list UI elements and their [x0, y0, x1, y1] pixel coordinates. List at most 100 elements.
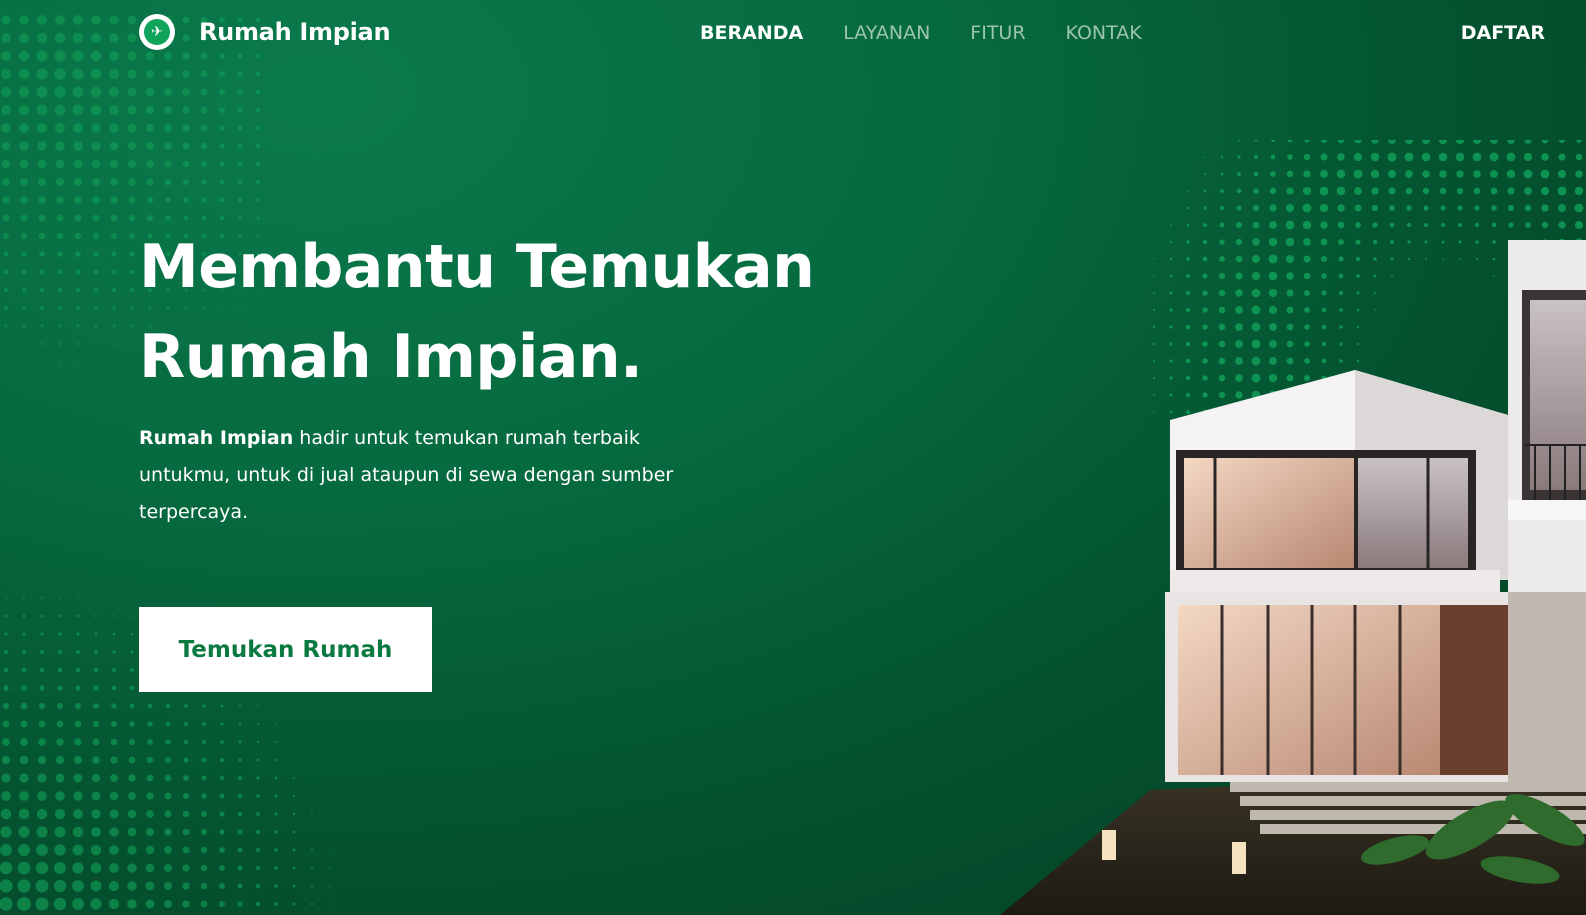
- pattern-dot: [1285, 220, 1295, 230]
- pattern-dot: [183, 215, 189, 221]
- pattern-dot: [40, 342, 44, 346]
- pattern-dot: [75, 685, 81, 691]
- pattern-dot: [95, 597, 97, 599]
- pattern-dot: [256, 812, 260, 816]
- pattern-dot: [1303, 170, 1311, 178]
- pattern-dot: [109, 809, 119, 819]
- pattern-dot: [1304, 140, 1310, 143]
- pattern-dot: [93, 269, 99, 275]
- pattern-dot: [237, 161, 243, 167]
- pattern-dot: [202, 704, 206, 708]
- pattern-dot: [76, 306, 80, 310]
- pattern-dot: [292, 884, 296, 888]
- pattern-dot: [108, 880, 120, 892]
- brand-name: Rumah Impian: [199, 18, 391, 46]
- pattern-dot: [1404, 140, 1414, 145]
- pattern-dot: [201, 215, 207, 221]
- pattern-dot: [128, 792, 136, 800]
- pattern-dot: [182, 106, 190, 114]
- pattern-dot: [58, 342, 62, 346]
- pattern-dot: [128, 160, 136, 168]
- pattern-dot: [3, 269, 9, 275]
- pattern-dot: [1557, 203, 1567, 213]
- pattern-dot: [5, 361, 7, 363]
- pattern-dot: [56, 232, 64, 240]
- pattern-dot: [237, 865, 243, 871]
- pattern-dot: [255, 71, 261, 77]
- pattern-dot: [184, 704, 188, 708]
- pattern-dot: [74, 738, 82, 746]
- pattern-dot: [329, 903, 331, 905]
- pattern-dot: [256, 216, 260, 220]
- pattern-dot: [145, 863, 155, 873]
- pattern-dot: [1421, 152, 1431, 162]
- pattern-dot: [1203, 189, 1207, 193]
- pattern-dot: [54, 808, 66, 820]
- pattern-dot: [22, 324, 26, 328]
- pattern-dot: [77, 597, 79, 599]
- pattern-dot: [109, 87, 119, 97]
- pattern-dot: [1, 87, 11, 97]
- nav-link-beranda[interactable]: BERANDA: [700, 22, 803, 44]
- pattern-dot: [19, 755, 29, 765]
- pattern-dot: [164, 864, 172, 872]
- pattern-dot: [53, 897, 67, 911]
- hero-description: Rumah Impian hadir untuk temukan rumah t…: [139, 420, 709, 531]
- pattern-dot: [19, 141, 29, 151]
- pattern-dot: [163, 899, 173, 909]
- pattern-dot: [1421, 140, 1431, 145]
- pattern-dot: [237, 793, 243, 799]
- pattern-dot: [18, 68, 30, 80]
- pattern-dot: [1541, 221, 1549, 229]
- pattern-dot: [219, 901, 225, 907]
- pattern-dot: [219, 161, 225, 167]
- pattern-dot: [1540, 186, 1550, 196]
- pattern-dot: [1, 141, 11, 151]
- pattern-dot: [146, 792, 154, 800]
- pattern-dot: [183, 197, 189, 203]
- pattern-dot: [219, 215, 225, 221]
- pattern-dot: [1337, 153, 1345, 161]
- nav-link-kontak[interactable]: KONTAK: [1066, 22, 1142, 44]
- nav-link-fitur[interactable]: FITUR: [970, 22, 1025, 44]
- pattern-dot: [73, 141, 83, 151]
- pattern-dot: [3, 649, 9, 655]
- pattern-dot: [127, 899, 137, 909]
- pattern-dot: [39, 685, 45, 691]
- pattern-dot: [19, 123, 29, 133]
- pattern-dot: [91, 123, 101, 133]
- pattern-dot: [127, 827, 137, 837]
- pattern-dot: [91, 159, 101, 169]
- pattern-dot: [128, 738, 136, 746]
- register-link[interactable]: DAFTAR: [1461, 22, 1545, 44]
- pattern-dot: [130, 342, 134, 346]
- pattern-dot: [1541, 153, 1549, 161]
- pattern-dot: [22, 614, 26, 618]
- pattern-dot: [127, 123, 137, 133]
- pattern-dot: [94, 650, 98, 654]
- pattern-dot: [165, 757, 171, 763]
- pattern-dot: [274, 758, 278, 762]
- pattern-dot: [220, 704, 224, 708]
- pattern-dot: [21, 667, 27, 673]
- pattern-dot: [1524, 140, 1532, 144]
- pattern-dot: [75, 269, 81, 275]
- nav-link-layanan[interactable]: LAYANAN: [843, 22, 930, 44]
- pattern-dot: [92, 738, 100, 746]
- pattern-dot: [201, 757, 207, 763]
- pattern-dot: [146, 774, 154, 782]
- pattern-dot: [112, 342, 116, 346]
- pattern-dot: [90, 86, 102, 98]
- pattern-dot: [256, 180, 260, 184]
- pattern-dot: [20, 214, 28, 222]
- pattern-dot: [92, 214, 100, 222]
- pattern-dot: [127, 141, 137, 151]
- pattern-dot: [255, 161, 261, 167]
- pattern-dot: [164, 774, 172, 782]
- find-house-button[interactable]: Temukan Rumah: [139, 607, 432, 692]
- pattern-dot: [164, 810, 172, 818]
- pattern-dot: [1388, 170, 1396, 178]
- pattern-dot: [128, 178, 136, 186]
- brand-logo[interactable]: ✈ Rumah Impian: [139, 14, 391, 50]
- pattern-dot: [1371, 187, 1379, 195]
